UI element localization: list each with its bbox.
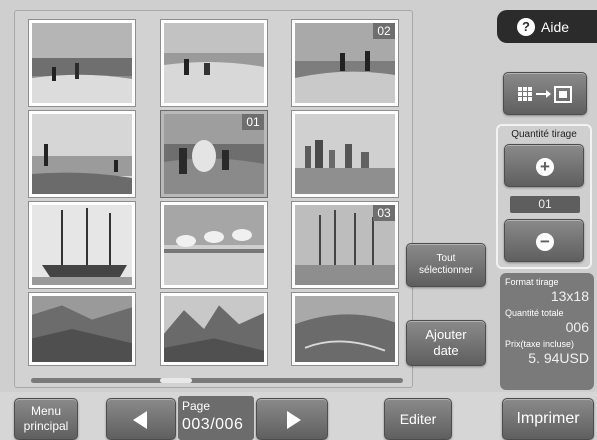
photo-image [164, 296, 264, 362]
main-menu-label-line1: Menu [30, 404, 62, 418]
quantity-value: 01 [510, 196, 580, 213]
select-all-button[interactable]: Tout sélectionner [406, 243, 486, 287]
format-label: Format tirage [505, 277, 559, 287]
grid-to-single-view-icon [518, 86, 572, 103]
help-label: Aide [541, 18, 570, 35]
increase-quantity-button[interactable]: + [504, 144, 584, 187]
question-icon: ? [517, 17, 535, 36]
page-label: Page [182, 399, 211, 413]
next-page-button[interactable] [256, 398, 328, 440]
photo-thumbnail[interactable] [28, 19, 136, 107]
photo-thumbnail[interactable] [160, 19, 268, 107]
photo-thumbnail[interactable] [28, 292, 136, 366]
quantity-title: Quantité tirage [511, 129, 577, 140]
format-value: 13x18 [550, 288, 589, 304]
scroll-thumb[interactable] [160, 378, 193, 383]
decrease-quantity-button[interactable]: − [504, 219, 584, 262]
photo-image: 03 [295, 205, 395, 285]
photo-thumbnail[interactable]: 03 [291, 201, 399, 289]
select-all-label-line1: Tout [436, 253, 456, 264]
photo-image [32, 205, 132, 285]
photo-image [32, 114, 132, 194]
photo-image [164, 205, 264, 285]
print-count-badge: 01 [242, 114, 264, 130]
arrow-right-icon [287, 411, 301, 429]
print-quantity-panel: Quantité tirage + 01 − [496, 124, 592, 269]
total-quantity-label: Quantité totale [505, 308, 564, 318]
photo-image [295, 296, 395, 362]
photo-thumbnail[interactable] [160, 201, 268, 289]
add-date-label-line1: Ajouter [425, 327, 467, 342]
photo-thumbnail-selected[interactable]: 01 [160, 110, 268, 198]
photo-thumbnail[interactable] [160, 292, 268, 366]
page-indicator: Page 003/006 [178, 396, 254, 440]
edit-label: Editer [399, 411, 437, 427]
photo-image: 02 [295, 23, 395, 103]
price-value: 5. 94USD [528, 350, 589, 366]
page-number: 003/006 [182, 416, 244, 433]
print-button[interactable]: Imprimer [502, 398, 594, 440]
photo-image [295, 114, 395, 194]
previous-page-button[interactable] [106, 398, 176, 440]
add-date-label-line2: date [433, 343, 459, 358]
print-count-badge: 03 [373, 205, 395, 221]
photo-image [164, 23, 264, 103]
plus-icon: + [536, 158, 554, 176]
photo-image [32, 296, 132, 362]
photo-thumbnail[interactable]: 02 [291, 19, 399, 107]
add-date-button[interactable]: Ajouter date [406, 320, 486, 366]
photo-thumbnail[interactable] [291, 292, 399, 366]
main-menu-button[interactable]: Menu principal [14, 398, 78, 440]
select-all-label-line2: sélectionner [419, 265, 473, 276]
total-quantity-value: 006 [565, 319, 589, 335]
help-button[interactable]: ? Aide [497, 10, 597, 43]
photo-image [32, 23, 132, 103]
minus-icon: − [536, 233, 554, 251]
photo-image: 01 [164, 114, 264, 194]
arrow-left-icon [133, 411, 147, 429]
edit-button[interactable]: Editer [384, 398, 452, 440]
photo-kiosk-screen: 02 01 03 Tout sélectionner Ajouter date … [0, 0, 597, 440]
photo-thumbnail[interactable] [28, 201, 136, 289]
price-label: Prix(taxe incluse) [505, 339, 575, 349]
order-summary-panel: Format tirage 13x18 Quantité totale 006 … [500, 273, 594, 390]
photo-thumbnail[interactable] [291, 110, 399, 198]
photo-thumbnail[interactable] [28, 110, 136, 198]
view-toggle-button[interactable] [503, 72, 587, 115]
scrollbar[interactable] [31, 378, 403, 383]
print-label: Imprimer [516, 410, 580, 427]
main-menu-label-line2: principal [23, 419, 69, 433]
print-count-badge: 02 [373, 23, 395, 39]
